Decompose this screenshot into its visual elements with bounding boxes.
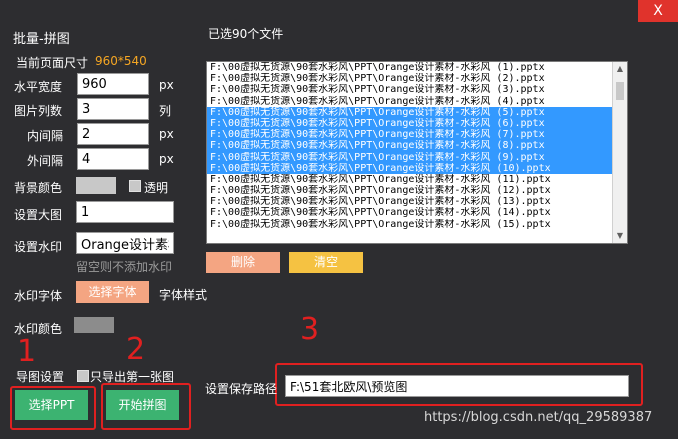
width-unit: px: [159, 78, 174, 92]
close-button[interactable]: X: [638, 0, 678, 22]
file-list-item[interactable]: F:\00虚拟无货源\90套水彩风\PPT\Orange设计素材-水彩风 (3)…: [207, 84, 627, 95]
scroll-thumb[interactable]: [616, 82, 624, 100]
big-image-label: 设置大图: [14, 208, 63, 222]
file-list-item[interactable]: F:\00虚拟无货源\90套水彩风\PPT\Orange设计素材-水彩风 (9)…: [207, 151, 627, 163]
window-title: 批量-拼图: [13, 32, 70, 47]
outer-gap-input[interactable]: [77, 148, 149, 170]
file-list-item[interactable]: F:\00虚拟无货源\90套水彩风\PPT\Orange设计素材-水彩风 (1)…: [207, 62, 627, 73]
file-list-item[interactable]: F:\00虚拟无货源\90套水彩风\PPT\Orange设计素材-水彩风 (10…: [207, 162, 627, 174]
annotation-3: 3: [300, 312, 320, 347]
scroll-down-icon[interactable]: ▼: [613, 229, 627, 243]
width-label: 水平宽度: [14, 80, 63, 94]
columns-input[interactable]: [77, 98, 149, 120]
watermark-font-label: 水印字体: [14, 289, 63, 303]
file-list-item[interactable]: F:\00虚拟无货源\90套水彩风\PPT\Orange设计素材-水彩风 (8)…: [207, 140, 627, 152]
save-path-label: 设置保存路径: [205, 382, 278, 396]
clear-button[interactable]: 清空: [289, 252, 363, 273]
file-list-item[interactable]: F:\00虚拟无货源\90套水彩风\PPT\Orange设计素材-水彩风 (12…: [207, 185, 627, 196]
inner-gap-unit: px: [159, 127, 174, 141]
file-list-item[interactable]: F:\00虚拟无货源\90套水彩风\PPT\Orange设计素材-水彩风 (14…: [207, 207, 627, 218]
selected-files-label: 已选90个文件: [208, 27, 284, 41]
first-only-checkbox[interactable]: [77, 370, 89, 382]
file-list-item[interactable]: F:\00虚拟无货源\90套水彩风\PPT\Orange设计素材-水彩风 (15…: [207, 219, 627, 230]
width-input[interactable]: [77, 73, 149, 95]
select-font-button[interactable]: 选择字体: [76, 281, 149, 303]
file-list[interactable]: F:\00虚拟无货源\90套水彩风\PPT\Orange设计素材-水彩风 (1)…: [206, 61, 628, 244]
bg-color-label: 背景颜色: [14, 181, 63, 195]
columns-label: 图片列数: [14, 104, 63, 118]
inner-gap-label: 内间隔: [27, 129, 64, 143]
outer-gap-unit: px: [159, 152, 174, 166]
annotation-2: 2: [126, 332, 146, 367]
delete-button[interactable]: 删除: [206, 252, 280, 273]
columns-unit: 列: [159, 104, 172, 118]
transparent-label: 透明: [144, 181, 169, 195]
save-path-input[interactable]: [285, 375, 629, 397]
watermark-color-swatch[interactable]: [74, 317, 114, 333]
file-list-scrollbar[interactable]: ▲ ▼: [612, 62, 627, 243]
scroll-up-icon[interactable]: ▲: [613, 62, 627, 76]
file-list-item[interactable]: F:\00虚拟无货源\90套水彩风\PPT\Orange设计素材-水彩风 (7)…: [207, 129, 627, 141]
transparent-checkbox[interactable]: [129, 180, 141, 192]
watermark-input[interactable]: [76, 232, 174, 254]
file-list-item[interactable]: F:\00虚拟无货源\90套水彩风\PPT\Orange设计素材-水彩风 (13…: [207, 196, 627, 207]
inner-gap-input[interactable]: [77, 123, 149, 145]
annotation-box-1: [10, 386, 96, 430]
file-list-item[interactable]: F:\00虚拟无货源\90套水彩风\PPT\Orange设计素材-水彩风 (2)…: [207, 73, 627, 84]
footer-watermark: https://blog.csdn.net/qq_29589387: [424, 410, 653, 425]
watermark-hint: 留空则不添加水印: [76, 260, 173, 274]
file-list-item[interactable]: F:\00虚拟无货源\90套水彩风\PPT\Orange设计素材-水彩风 (4)…: [207, 96, 627, 107]
watermark-label: 设置水印: [14, 240, 63, 254]
outer-gap-label: 外间隔: [27, 154, 64, 168]
page-size-value: 960*540: [95, 54, 147, 68]
file-list-item[interactable]: F:\00虚拟无货源\90套水彩风\PPT\Orange设计素材-水彩风 (11…: [207, 174, 627, 185]
export-settings-label: 导图设置: [16, 370, 65, 384]
font-style-label: 字体样式: [159, 288, 208, 302]
file-list-item[interactable]: F:\00虚拟无货源\90套水彩风\PPT\Orange设计素材-水彩风 (5)…: [207, 106, 627, 118]
page-size-label: 当前页面尺寸: [16, 56, 89, 70]
file-list-item[interactable]: F:\00虚拟无货源\90套水彩风\PPT\Orange设计素材-水彩风 (6)…: [207, 117, 627, 130]
bg-color-swatch[interactable]: [76, 177, 116, 194]
annotation-box-2: [101, 383, 191, 430]
big-image-input[interactable]: [76, 201, 174, 223]
annotation-1: 1: [17, 334, 37, 369]
